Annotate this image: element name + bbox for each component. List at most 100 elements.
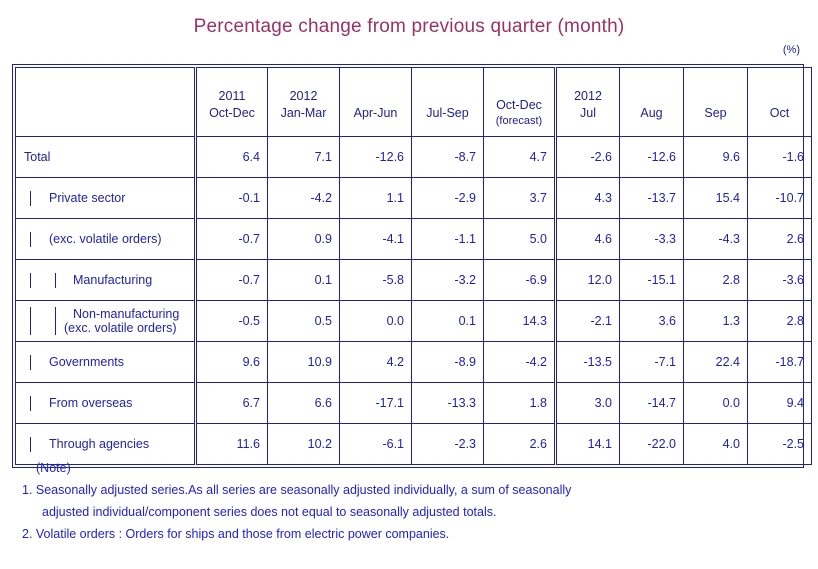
row-label-cell: Non-manufacturing (exc. volatile orders) <box>15 300 196 342</box>
indent-level-1: From overseas <box>30 395 194 411</box>
header-period: Jul-Sep <box>426 105 469 120</box>
header-cell-months-3: Oct <box>747 67 812 137</box>
data-cell: -0.7 <box>194 259 268 301</box>
data-cell: -0.1 <box>194 177 268 219</box>
data-cell: 2.6 <box>747 218 812 260</box>
indent-level-1: Manufacturing <box>30 272 194 288</box>
note-1-line-2: adjusted individual/component series doe… <box>42 505 497 519</box>
data-cell: 9.6 <box>194 341 268 383</box>
page-root: Percentage change from previous quarter … <box>0 0 818 569</box>
data-cell: 6.7 <box>194 382 268 424</box>
data-cell: 15.4 <box>683 177 748 219</box>
row-label-cell: (exc. volatile orders) <box>15 218 196 260</box>
data-cell: -1.6 <box>747 136 812 178</box>
row-label-cell: Governments <box>15 341 196 383</box>
row-label-cell: Private sector <box>15 177 196 219</box>
row-label: Governments <box>41 355 194 370</box>
data-cell: -1.1 <box>411 218 484 260</box>
header-year: 2012 <box>289 88 318 103</box>
row-label: Through agencies <box>41 437 194 452</box>
table-header-row: 2011 Oct-Dec 2012 Jan-Mar Apr-Jun Jul-Sep Oct-… <box>15 67 812 137</box>
percentage-change-table: 2011 Oct-Dec 2012 Jan-Mar Apr-Jun Jul-Sep Oct-… <box>15 67 812 465</box>
table-row: From overseas 6.7 6.6 -17.1 -13.3 1.8 3.0 -14.7… <box>15 382 812 424</box>
header-cell-quarters-3: Jul-Sep <box>411 67 484 137</box>
data-cell: -4.2 <box>483 341 556 383</box>
data-cell: -8.7 <box>411 136 484 178</box>
table-row: Governments 9.6 10.9 4.2 -8.9 -4.2 -13.5 -7.1 22… <box>15 341 812 383</box>
data-cell: -3.6 <box>747 259 812 301</box>
indent-level-1: Non-manufacturing (exc. volatile orders) <box>30 307 194 335</box>
row-label-line-1: Private sector <box>49 190 126 205</box>
data-cell: -0.5 <box>194 300 268 342</box>
data-cell: 9.6 <box>683 136 748 178</box>
header-year: 2012 <box>574 88 602 103</box>
row-label-line-1: Governments <box>49 354 125 369</box>
data-cell: -6.9 <box>483 259 556 301</box>
data-cell: 0.9 <box>267 218 340 260</box>
header-cell-months-0: 2012 Jul <box>554 67 620 137</box>
row-label-line-1: Through agencies <box>49 436 150 451</box>
data-cell: -15.1 <box>619 259 684 301</box>
row-label-line-1: (exc. volatile orders) <box>49 231 162 246</box>
row-label-line-1: Total <box>24 149 51 164</box>
data-cell: -4.2 <box>267 177 340 219</box>
data-cell: -4.1 <box>339 218 412 260</box>
table-row: Non-manufacturing (exc. volatile orders) -… <box>15 300 812 342</box>
table-row: Private sector -0.1 -4.2 1.1 -2.9 3.7 4.3 -13.7… <box>15 177 812 219</box>
row-label: Non-manufacturing (exc. volatile orders) <box>64 307 194 335</box>
data-cell: 2.8 <box>683 259 748 301</box>
data-cell: -17.1 <box>339 382 412 424</box>
data-cell: -8.9 <box>411 341 484 383</box>
row-label-cell: Manufacturing <box>15 259 196 301</box>
data-cell: 0.5 <box>267 300 340 342</box>
header-year <box>688 88 743 105</box>
indent-level-1: Governments <box>30 354 194 370</box>
row-label-cell: Total <box>15 136 196 178</box>
data-cell: -7.1 <box>619 341 684 383</box>
data-cell: 1.3 <box>683 300 748 342</box>
header-period: Oct-Dec <box>496 97 542 112</box>
header-period: Oct-Dec <box>209 105 255 120</box>
row-label: From overseas <box>41 396 194 411</box>
row-label: Private sector <box>41 191 194 206</box>
row-label-line-1: Manufacturing <box>73 272 153 287</box>
data-cell: 6.6 <box>267 382 340 424</box>
header-year <box>344 88 407 105</box>
indent-level-2: Manufacturing <box>55 272 194 288</box>
indent-level-1: Through agencies <box>30 436 194 452</box>
data-table-container: 2011 Oct-Dec 2012 Jan-Mar Apr-Jun Jul-Sep Oct-… <box>12 64 812 468</box>
header-cell-quarters-0: 2011 Oct-Dec <box>194 67 268 137</box>
data-cell: 5.0 <box>483 218 556 260</box>
note-2: 2. Volatile orders : Orders for ships an… <box>22 527 450 541</box>
row-label: Total <box>16 150 194 165</box>
indent-level-1: Private sector <box>30 190 194 206</box>
header-year: 2011 <box>218 88 246 103</box>
data-cell: 4.0 <box>683 423 748 465</box>
data-cell: -2.5 <box>747 423 812 465</box>
header-cell-months-2: Sep <box>683 67 748 137</box>
header-period: Aug <box>640 105 663 120</box>
indent-level-2: Non-manufacturing (exc. volatile orders) <box>55 307 194 335</box>
header-year <box>488 80 550 97</box>
row-label-line-1: From overseas <box>49 395 133 410</box>
data-cell: 4.7 <box>483 136 556 178</box>
data-cell: -18.7 <box>747 341 812 383</box>
data-cell: 3.0 <box>554 382 620 424</box>
header-subnote: (forecast) <box>495 114 543 127</box>
data-cell: -13.3 <box>411 382 484 424</box>
data-cell: 1.8 <box>483 382 556 424</box>
data-cell: 14.3 <box>483 300 556 342</box>
table-row: (exc. volatile orders) -0.7 0.9 -4.1 -1.1 5.0… <box>15 218 812 260</box>
table-body: 2011 Oct-Dec 2012 Jan-Mar Apr-Jun Jul-Sep Oct-… <box>15 67 812 465</box>
header-period: Sep <box>704 105 727 120</box>
header-cell-months-1: Aug <box>619 67 684 137</box>
table-row: Total 6.4 7.1 -12.6 -8.7 4.7 -2.6 -12.6 9.6 -1.6 <box>15 136 812 178</box>
notes-block: (Note) 1. Seasonally adjusted series.As … <box>22 457 571 545</box>
data-cell: -4.3 <box>683 218 748 260</box>
unit-label: (%) <box>782 44 800 56</box>
data-cell: 10.9 <box>267 341 340 383</box>
notes-heading: (Note) <box>36 461 71 475</box>
data-cell: -2.1 <box>554 300 620 342</box>
header-period: Jul <box>580 105 596 120</box>
page-title: Percentage change from previous quarter … <box>193 16 625 37</box>
